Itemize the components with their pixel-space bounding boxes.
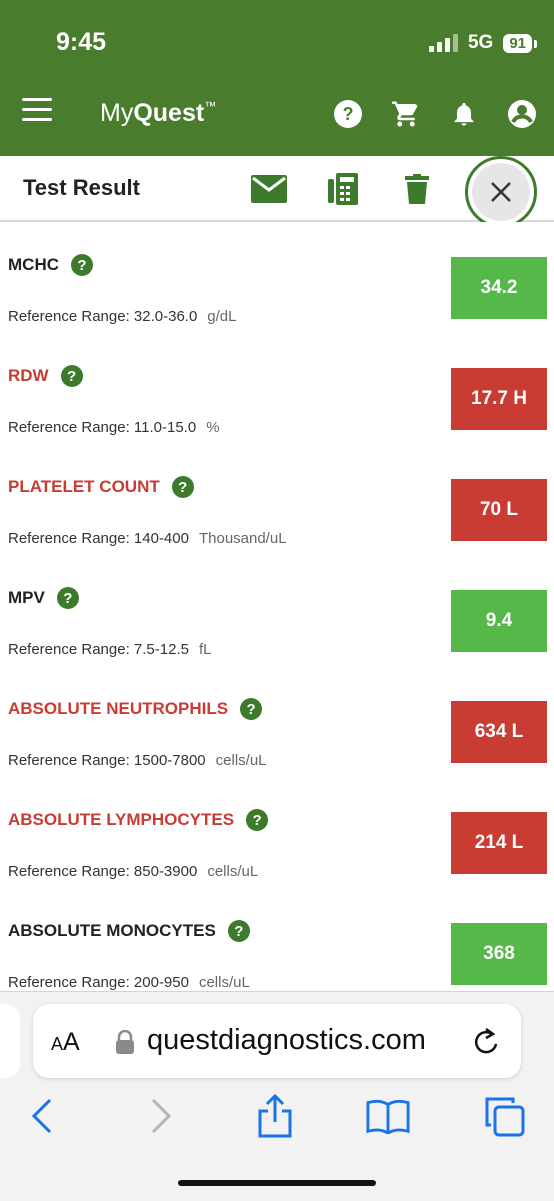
home-indicator xyxy=(178,1180,376,1186)
battery-icon: 91 xyxy=(503,33,537,53)
fax-icon[interactable] xyxy=(324,170,362,208)
result-row: ABSOLUTE LYMPHOCYTES? Reference Range: 8… xyxy=(0,777,554,888)
reload-icon[interactable] xyxy=(471,1026,501,1063)
test-name: PLATELET COUNT? xyxy=(8,476,194,498)
results-list[interactable]: MCHC? Reference Range: 32.0-36.0 g/dL 34.… xyxy=(0,222,554,991)
status-time: 9:45 xyxy=(56,28,107,56)
trash-icon[interactable] xyxy=(398,170,436,208)
result-row: ABSOLUTE MONOCYTES? Reference Range: 200… xyxy=(0,888,554,991)
help-icon[interactable]: ? xyxy=(246,809,269,831)
svg-text:?: ? xyxy=(343,104,354,124)
result-value: 368 xyxy=(451,923,547,985)
page-title: Test Result xyxy=(23,175,140,200)
test-name: ABSOLUTE MONOCYTES? xyxy=(8,920,250,942)
lock-icon xyxy=(115,1029,135,1059)
reference-range: Reference Range: 7.5-12.5 fL xyxy=(8,641,212,658)
back-icon[interactable] xyxy=(20,1092,64,1140)
account-icon[interactable] xyxy=(506,98,538,130)
browser-toolbar xyxy=(0,1092,554,1142)
test-name: ABSOLUTE LYMPHOCYTES? xyxy=(8,809,269,831)
reference-range: Reference Range: 1500-7800 cells/uL xyxy=(8,752,267,769)
result-value: 17.7 H xyxy=(451,368,547,430)
network-type: 5G xyxy=(467,32,494,53)
test-name: MPV? xyxy=(8,587,79,609)
help-icon[interactable]: ? xyxy=(240,698,263,720)
result-row: PLATELET COUNT? Reference Range: 140-400… xyxy=(0,444,554,555)
cart-icon[interactable] xyxy=(390,98,422,130)
reference-range: Reference Range: 140-400 Thousand/uL xyxy=(8,530,287,547)
result-value: 34.2 xyxy=(451,257,547,319)
result-value: 634 L xyxy=(451,701,547,763)
app-header: 9:45 5G 91 MyQuest™ ? xyxy=(0,0,554,156)
result-row: MCHC? Reference Range: 32.0-36.0 g/dL 34.… xyxy=(0,222,554,333)
help-icon[interactable]: ? xyxy=(171,476,194,498)
bell-icon[interactable] xyxy=(448,98,480,130)
result-actions xyxy=(250,170,436,208)
result-value: 214 L xyxy=(451,812,547,874)
test-result-toolbar: Test Result xyxy=(0,156,554,228)
browser-chrome: AA questdiagnostics.com xyxy=(0,991,554,1201)
bookmarks-icon[interactable] xyxy=(366,1092,410,1140)
reference-range: Reference Range: 32.0-36.0 g/dL xyxy=(8,308,237,325)
result-row: MPV? Reference Range: 7.5-12.5 fL 9.4 xyxy=(0,555,554,666)
help-icon[interactable]: ? xyxy=(60,365,83,387)
help-icon[interactable]: ? xyxy=(332,98,364,130)
forward-icon[interactable] xyxy=(139,1092,183,1140)
myquest-logo[interactable]: MyQuest™ xyxy=(100,99,216,128)
result-row: ABSOLUTE NEUTROPHILS? Reference Range: 1… xyxy=(0,666,554,777)
close-icon xyxy=(472,163,530,221)
test-name: ABSOLUTE NEUTROPHILS? xyxy=(8,698,263,720)
help-icon[interactable]: ? xyxy=(56,587,79,609)
reference-range: Reference Range: 11.0-15.0% xyxy=(8,419,220,436)
url-text: questdiagnostics.com xyxy=(147,1024,426,1056)
test-name: RDW? xyxy=(8,365,83,387)
test-name: MCHC? xyxy=(8,254,93,276)
help-icon[interactable]: ? xyxy=(227,920,250,942)
email-icon[interactable] xyxy=(250,170,288,208)
signal-icon xyxy=(428,34,458,52)
help-icon[interactable]: ? xyxy=(71,254,93,276)
reference-range: Reference Range: 200-950 cells/uL xyxy=(8,974,250,991)
tabs-icon[interactable] xyxy=(482,1092,526,1140)
status-indicators: 5G 91 xyxy=(428,32,537,54)
result-value: 70 L xyxy=(451,479,547,541)
previous-tab-peek[interactable] xyxy=(0,1004,20,1078)
reader-options-button[interactable]: AA xyxy=(51,1028,80,1057)
address-bar[interactable]: AA questdiagnostics.com xyxy=(33,1004,521,1078)
hamburger-menu-icon[interactable] xyxy=(22,98,52,122)
result-value: 9.4 xyxy=(451,590,547,652)
header-actions: ? xyxy=(332,98,538,130)
share-icon[interactable] xyxy=(253,1092,297,1140)
result-row: RDW? Reference Range: 11.0-15.0% 17.7 H xyxy=(0,333,554,444)
close-button[interactable] xyxy=(465,156,537,228)
reference-range: Reference Range: 850-3900 cells/uL xyxy=(8,863,259,880)
